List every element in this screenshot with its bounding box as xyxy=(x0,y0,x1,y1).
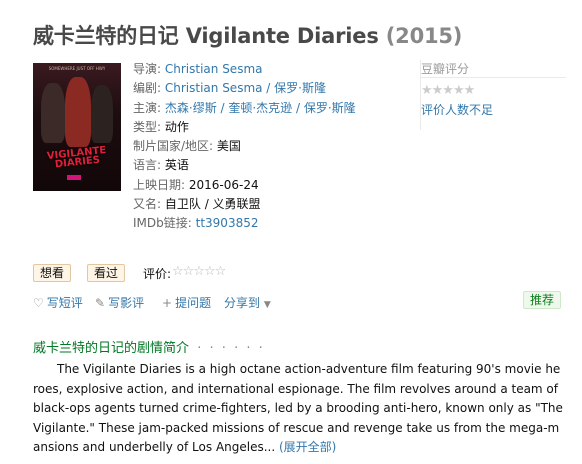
info-row: 语言: 英语 xyxy=(133,156,403,175)
movie-year: (2015) xyxy=(385,24,463,48)
write-short-review-link[interactable]: ♡ 写短评 xyxy=(33,294,83,311)
rate-stars[interactable]: ☆☆☆☆☆ xyxy=(172,264,226,279)
write-review-link[interactable]: ✎ 写影评 xyxy=(95,294,144,311)
info-value: 英语 xyxy=(164,158,189,173)
want-to-watch-button[interactable]: 想看 xyxy=(33,264,72,282)
watched-button[interactable]: 看过 xyxy=(87,264,126,282)
info-value: 美国 xyxy=(216,139,241,154)
info-row: IMDb链接: tt3903852 xyxy=(133,214,403,233)
poster-figure xyxy=(65,77,91,147)
info-value[interactable]: 杰森·缪斯 / 奎顿·杰克逊 / 保罗·斯隆 xyxy=(165,101,356,115)
info-label: 语言: xyxy=(133,158,162,173)
rating-divider xyxy=(421,77,566,78)
recommend-button[interactable]: 推荐 xyxy=(523,291,562,309)
ask-question-link[interactable]: + 提问题 xyxy=(162,294,211,311)
poster-tagline: SOMEWHERE JUST OFF HWY xyxy=(48,66,106,71)
info-value[interactable]: Christian Sesma / 保罗·斯隆 xyxy=(165,81,326,95)
info-value: 自卫队 / 义勇联盟 xyxy=(164,197,261,212)
poster-figure xyxy=(91,85,113,143)
movie-poster[interactable]: SOMEWHERE JUST OFF HWY VIGILANTE DIARIES xyxy=(33,63,121,191)
info-row: 导演: Christian Sesma xyxy=(133,60,403,79)
info-label: 制片国家/地区: xyxy=(133,139,214,154)
info-row: 上映日期: 2016-06-24 xyxy=(133,176,403,195)
info-row: 又名: 自卫队 / 义勇联盟 xyxy=(133,195,403,214)
info-value: 动作 xyxy=(164,119,189,134)
info-label: IMDb链接: xyxy=(133,216,192,231)
rating-panel: 豆瓣评分 ★★★★★ 评价人数不足 xyxy=(420,60,581,130)
info-row: 制片国家/地区: 美国 xyxy=(133,137,403,156)
info-label: 导演: xyxy=(133,62,162,76)
movie-info: 导演: Christian Sesma 编剧: Christian Sesma /… xyxy=(133,60,403,234)
plus-icon: + xyxy=(162,296,173,310)
info-label: 编剧: xyxy=(133,81,162,96)
info-label: 主演: xyxy=(133,100,162,115)
page-title: 威卡兰特的日记 Vigilante Diaries (2015) xyxy=(33,20,462,50)
poster-stamp xyxy=(67,175,81,180)
info-label: 上映日期: xyxy=(133,177,186,192)
info-value: 2016-06-24 xyxy=(188,177,259,192)
rate-label: 评价: xyxy=(143,267,172,281)
info-value[interactable]: tt3903852 xyxy=(196,216,259,230)
poster-title: VIGILANTE DIARIES xyxy=(46,144,107,171)
rating-head: 豆瓣评分 xyxy=(421,62,470,76)
synopsis-title: 威卡兰特的日记的剧情简介 · · · · · · xyxy=(33,341,265,356)
share-link[interactable]: 分享到 ▼ xyxy=(224,294,274,311)
info-value[interactable]: Christian Sesma xyxy=(165,62,263,76)
info-row: 编剧: Christian Sesma / 保罗·斯隆 xyxy=(133,79,403,98)
poster-figure xyxy=(41,83,65,143)
expand-all-link[interactable]: (展开全部) xyxy=(279,440,336,454)
info-label: 类型: xyxy=(133,119,162,134)
rating-insufficient-link[interactable]: 评价人数不足 xyxy=(421,101,493,118)
rating-stars: ★★★★★ xyxy=(421,83,475,98)
info-row: 主演: 杰森·缪斯 / 奎顿·杰克逊 / 保罗·斯隆 xyxy=(133,99,403,118)
movie-title: 威卡兰特的日记 Vigilante Diaries xyxy=(33,24,379,48)
comment-icon: ♡ xyxy=(33,296,44,310)
synopsis-dots: · · · · · · xyxy=(197,341,265,356)
info-label: 又名: xyxy=(133,197,162,212)
pencil-icon: ✎ xyxy=(95,296,106,310)
synopsis-text: The Vigilante Diaries is a high octane a… xyxy=(33,360,563,458)
chevron-down-icon: ▼ xyxy=(263,300,271,310)
info-row: 类型: 动作 xyxy=(133,118,403,137)
